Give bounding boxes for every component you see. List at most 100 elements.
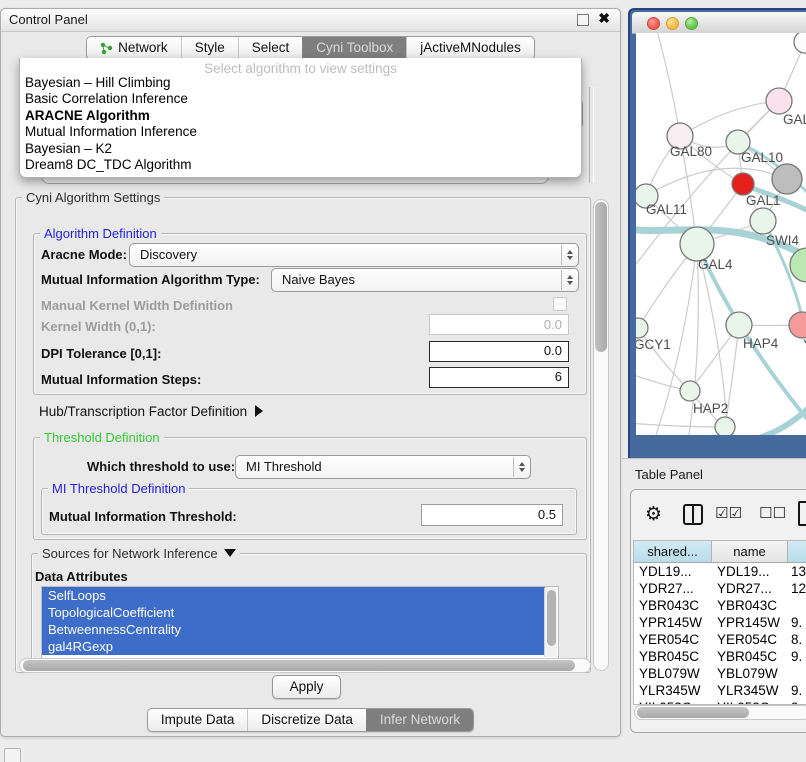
- network-edge: [636, 423, 725, 427]
- table-cell: 9.: [788, 682, 806, 699]
- data-attributes-list: SelfLoops TopologicalCoefficient Between…: [41, 586, 559, 659]
- settings-horizontal-scrollbar[interactable]: [19, 658, 591, 673]
- table-cell: YER054C: [634, 631, 712, 648]
- settings-group-title: Cyni Algorithm Settings: [22, 190, 164, 205]
- table-row[interactable]: YDR27...YDR27...12: [634, 580, 806, 597]
- node-table: shared... name YDL19...YDL19...13YDR27..…: [633, 540, 806, 705]
- cyni-bottom-tabbar: Impute Data Discretize Data Infer Networ…: [1, 708, 620, 732]
- network-node[interactable]: [732, 173, 754, 195]
- attribute-item[interactable]: TopologicalCoefficient: [42, 604, 545, 621]
- tab-cyni-toolbox[interactable]: Cyni Toolbox: [302, 37, 406, 59]
- algorithm-definition-title: Algorithm Definition: [40, 226, 161, 241]
- algorithm-dropdown-list: Bayesian – Hill Climbing Basic Correlati…: [23, 75, 578, 173]
- table-panel-body: ⚙ ☑☑ ☐☐ shared... name YDL19...YDL19...1…: [630, 489, 806, 733]
- network-edge: [680, 101, 779, 136]
- which-threshold-combo[interactable]: MI Threshold: [235, 455, 531, 479]
- close-panel-icon[interactable]: ✖: [598, 10, 610, 27]
- node-table-body: YDL19...YDL19...13YDR27...YDR27...12YBR0…: [634, 563, 806, 705]
- minimized-panel-icon[interactable]: [4, 748, 21, 762]
- column-header-partial[interactable]: [788, 541, 806, 562]
- network-window-titlebar[interactable]: [632, 12, 806, 34]
- network-node[interactable]: [794, 33, 806, 53]
- network-edge: [656, 33, 680, 136]
- tab-select[interactable]: Select: [238, 37, 303, 59]
- gear-icon[interactable]: ⚙: [645, 502, 662, 526]
- sources-group-title[interactable]: Sources for Network Inference: [38, 546, 240, 561]
- select-all-checkbox-icon[interactable]: ☑☑: [715, 505, 742, 521]
- table-cell: YBR045C: [712, 648, 788, 665]
- deselect-all-checkbox-icon[interactable]: ☐☐: [759, 505, 786, 521]
- table-cell: YDR27...: [712, 580, 788, 597]
- manual-kernel-checkbox[interactable]: [553, 297, 567, 311]
- network-node[interactable]: [680, 227, 714, 261]
- aracne-mode-combo[interactable]: Discovery: [129, 243, 579, 267]
- kernel-width-field[interactable]: 0.0: [429, 314, 569, 335]
- tab-style[interactable]: Style: [181, 37, 238, 59]
- network-node[interactable]: [680, 381, 700, 401]
- table-cell: YBR045C: [634, 648, 712, 665]
- table-toolbar: ⚙ ☑☑ ☐☐: [631, 500, 806, 530]
- zoom-window-icon[interactable]: [685, 17, 698, 30]
- table-row[interactable]: YLR345WYLR345W9.: [634, 682, 806, 699]
- control-panel-window: Control Panel ✖ Network Style Sel: [0, 8, 621, 737]
- which-threshold-label: Which threshold to use:: [87, 459, 235, 474]
- minimize-window-icon[interactable]: [666, 17, 679, 30]
- tab-infer-network[interactable]: Infer Network: [366, 709, 473, 731]
- tab-jactivemnodules[interactable]: jActiveMNodules: [406, 37, 534, 59]
- combo-stepper-icon: [561, 270, 577, 290]
- mi-threshold-field[interactable]: 0.5: [421, 504, 563, 526]
- table-row[interactable]: YBR045CYBR045C9.: [634, 648, 806, 665]
- dropdown-item[interactable]: Mutual Information Inference: [23, 124, 578, 140]
- mi-steps-field[interactable]: 6: [429, 367, 569, 388]
- attribute-list-scrollbar[interactable]: [544, 588, 557, 657]
- table-cell: YPR145W: [712, 614, 788, 631]
- columns-icon[interactable]: [683, 504, 703, 525]
- tab-network[interactable]: Network: [87, 37, 181, 59]
- table-cell: YBR043C: [712, 597, 788, 614]
- network-canvas[interactable]: GALGAL80GAL10GAL1GAL11SWI4GAL4GCY1HAP4YH…: [636, 33, 806, 435]
- tab-discretize-data[interactable]: Discretize Data: [247, 709, 366, 731]
- column-header-name[interactable]: name: [712, 541, 788, 562]
- screen: Control Panel ✖ Network Style Sel: [0, 0, 806, 762]
- dropdown-item[interactable]: Basic Correlation Inference: [23, 91, 578, 107]
- table-row[interactable]: YPR145WYPR145W9.: [634, 614, 806, 631]
- dropdown-item[interactable]: Bayesian – K2: [23, 141, 578, 157]
- table-row[interactable]: YDL19...YDL19...13: [634, 563, 806, 580]
- dpi-tolerance-field[interactable]: 0.0: [429, 341, 569, 362]
- float-panel-icon[interactable]: [577, 14, 589, 26]
- table-horizontal-scrollbar[interactable]: [634, 705, 806, 720]
- table-row[interactable]: YER054CYER054C8.: [634, 631, 806, 648]
- settings-vertical-scrollbar[interactable]: [593, 199, 609, 671]
- attribute-item[interactable]: BetweennessCentrality: [42, 621, 545, 638]
- attribute-item[interactable]: gal4RGexp: [42, 638, 545, 655]
- network-node-label: GAL4: [698, 257, 733, 272]
- mi-type-combo[interactable]: Naive Bayes: [271, 268, 579, 292]
- table-row[interactable]: YBL079WYBL079W: [634, 665, 806, 682]
- apply-button[interactable]: Apply: [272, 675, 341, 699]
- column-header-shared-name[interactable]: shared...: [634, 541, 712, 562]
- table-cell: YBL079W: [712, 665, 788, 682]
- network-node-label: GAL11: [646, 202, 687, 217]
- close-window-icon[interactable]: [647, 17, 660, 30]
- combo-stepper-icon: [561, 245, 577, 265]
- network-node[interactable]: [766, 88, 792, 114]
- network-node[interactable]: [715, 417, 735, 435]
- attribute-item[interactable]: SelfLoops: [42, 587, 545, 604]
- dropdown-item-selected[interactable]: ARACNE Algorithm: [23, 108, 578, 124]
- table-cell: [788, 597, 806, 614]
- network-node[interactable]: [726, 312, 752, 338]
- table-cell: YPR145W: [634, 614, 712, 631]
- network-node[interactable]: [789, 312, 806, 338]
- tab-impute-data[interactable]: Impute Data: [148, 709, 248, 731]
- dropdown-item[interactable]: Bayesian – Hill Climbing: [23, 75, 578, 91]
- network-node[interactable]: [750, 208, 776, 234]
- table-row[interactable]: YBR043CYBR043C: [634, 597, 806, 614]
- new-file-icon[interactable]: [798, 501, 806, 526]
- dropdown-item[interactable]: Dream8 DC_TDC Algorithm: [23, 157, 578, 173]
- network-node[interactable]: [772, 164, 802, 194]
- network-node[interactable]: [790, 248, 806, 282]
- table-cell: YDL19...: [712, 563, 788, 580]
- network-node-label: SWI4: [766, 233, 799, 248]
- hub-definition-expander[interactable]: Hub/Transcription Factor Definition: [39, 404, 263, 419]
- network-node[interactable]: [636, 318, 648, 338]
